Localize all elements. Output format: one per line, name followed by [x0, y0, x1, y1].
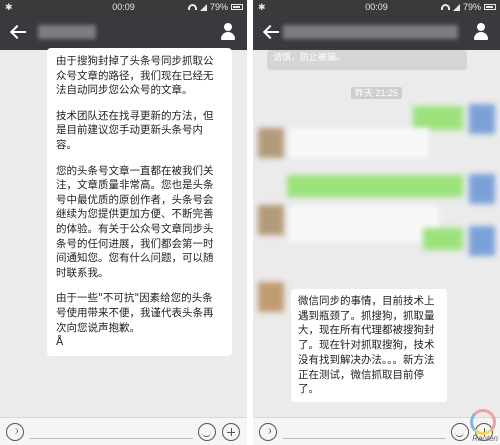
message-timestamp: 昨天 21:25 — [253, 86, 500, 99]
timestamp-text: 昨天 21:25 — [350, 87, 403, 99]
avatar — [469, 226, 495, 256]
message-paragraph: 技术团队还在找寻更新的方法，但是目前建议您手动更新头条号内容。 — [56, 109, 214, 151]
avatar — [258, 282, 284, 312]
message-paragraph: 由于搜狗封掉了头条号同步抓取公众号文章的路径，我们现在已经无法自动同步您公众号的… — [56, 55, 214, 97]
avatar — [469, 104, 495, 134]
left-phone-screen: ✱ 00:09 79% 由于搜狗封掉了头条号同步抓取公众号文章的路径，我们现在已… — [0, 0, 247, 445]
person-icon[interactable] — [219, 22, 237, 42]
outgoing-message-blurred[interactable] — [413, 106, 463, 130]
wifi-icon — [440, 4, 450, 10]
status-bar: ✱ 00:09 79% — [253, 0, 500, 14]
chat-header — [0, 14, 247, 50]
status-bar: ✱ 00:09 79% — [0, 0, 247, 14]
chat-header — [253, 14, 500, 50]
message-input[interactable] — [30, 438, 193, 439]
emoji-icon[interactable] — [451, 423, 469, 441]
plus-icon[interactable] — [222, 423, 240, 441]
system-message-text: 请慎，防止被骗。 — [273, 52, 346, 62]
message-bubble[interactable]: 微信同步的事情，目前技术上遇到瓶颈了。抓搜狗，抓取量大，现在所有代理都被搜狗封了… — [291, 289, 447, 402]
signal-icon — [199, 3, 207, 11]
person-icon[interactable] — [472, 22, 490, 42]
outgoing-message-blurred[interactable] — [287, 175, 463, 197]
back-arrow-icon[interactable] — [10, 23, 28, 41]
message-text: 微信同步的事情，目前技术上遇到瓶颈了。抓搜狗，抓取量大，现在所有代理都被搜狗封了… — [298, 295, 435, 396]
back-arrow-icon[interactable] — [263, 23, 281, 41]
message-paragraph: 由于一些"不可抗"因素给您的头条号使用带来不便，我谨代表头条再次向您说声抱歉。 — [56, 292, 214, 334]
chat-title-blurred — [283, 25, 458, 39]
right-phone-screen: ✱ 00:09 79% 请慎，防止被骗。 昨天 21:25 微信同步的事情，目前… — [253, 0, 500, 445]
message-bubble[interactable]: 由于搜狗封掉了头条号同步抓取公众号文章的路径，我们现在已经无法自动同步您公众号的… — [47, 48, 232, 356]
incoming-message-blurred[interactable] — [289, 128, 429, 158]
message-input[interactable] — [283, 438, 446, 439]
avatar — [258, 128, 284, 158]
input-bar — [253, 417, 500, 445]
battery-icon — [231, 4, 243, 10]
voice-icon[interactable] — [6, 423, 24, 441]
battery-percent: 79% — [462, 2, 481, 12]
watermark-logo — [470, 409, 496, 435]
input-bar — [0, 417, 247, 445]
outgoing-message-blurred[interactable] — [423, 228, 463, 250]
avatar — [469, 174, 495, 204]
chat-title-blurred — [38, 25, 96, 39]
watermark-text: Raoten — [472, 434, 498, 443]
incoming-message-blurred[interactable] — [289, 206, 439, 242]
system-message: 请慎，防止被骗。 — [267, 50, 467, 70]
emoji-icon[interactable] — [198, 423, 216, 441]
message-paragraph: 您的头条号文章一直都在被我们关注，文章质量非常高。您也是头条号中最优质的原创作者… — [56, 164, 214, 279]
message-paragraph: Å — [56, 336, 64, 349]
signal-icon — [452, 3, 460, 11]
wifi-icon — [187, 4, 197, 10]
avatar — [258, 205, 284, 235]
voice-icon[interactable] — [259, 423, 277, 441]
battery-icon — [484, 4, 496, 10]
message-list: 请慎，防止被骗。 昨天 21:25 微信同步的事情，目前技术上遇到瓶颈了。抓搜狗… — [253, 50, 500, 417]
battery-percent: 79% — [209, 2, 228, 12]
message-list: 由于搜狗封掉了头条号同步抓取公众号文章的路径，我们现在已经无法自动同步您公众号的… — [0, 48, 247, 417]
